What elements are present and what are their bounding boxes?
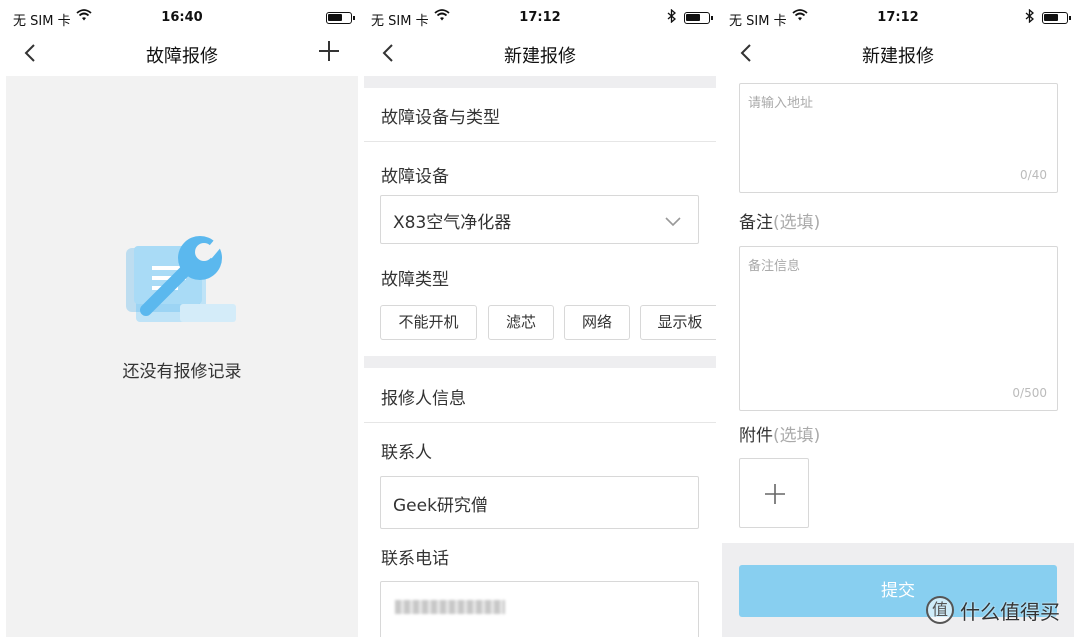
plus-icon <box>765 484 785 504</box>
chip-display-board[interactable]: 显示板 <box>640 305 716 340</box>
status-time: 17:12 <box>877 10 919 25</box>
chip-no-power[interactable]: 不能开机 <box>380 305 477 340</box>
attachment-label: 附件(选填) <box>739 421 820 446</box>
page-title: 故障报修 <box>146 46 218 67</box>
section-title-device: 故障设备与类型 <box>381 108 500 128</box>
address-textarea[interactable]: 请输入地址 0/40 <box>739 83 1058 193</box>
new-repair-form-screen: 无 SIM 卡 17:12 新建报修 故障设备与类型 故障设备 X83空气净化器… <box>364 0 716 637</box>
remark-placeholder: 备注信息 <box>748 259 801 274</box>
add-icon[interactable] <box>318 40 340 62</box>
contact-input-value: Geek研究僧 <box>393 496 488 516</box>
device-select-value: X83空气净化器 <box>393 213 512 233</box>
page-title: 新建报修 <box>504 46 576 67</box>
remark-optional-hint: (选填) <box>773 213 821 233</box>
divider <box>364 422 716 423</box>
chip-network[interactable]: 网络 <box>564 305 630 340</box>
redacted-phone-number <box>395 600 505 614</box>
attachment-label-text: 附件 <box>739 426 773 446</box>
site-watermark: 值 什么值得买 <box>926 595 1060 625</box>
remark-label: 备注(选填) <box>739 208 820 233</box>
add-attachment-button[interactable] <box>739 458 809 528</box>
page-title: 新建报修 <box>862 46 934 67</box>
empty-message: 还没有报修记录 <box>122 362 242 382</box>
nav-bar: 故障报修 <box>6 34 358 76</box>
repair-list-screen: 无 SIM 卡 16:40 故障报修 还没有报修记录 <box>6 0 358 637</box>
remark-char-counter: 0/500 <box>1012 386 1047 400</box>
section-title-reporter: 报修人信息 <box>381 389 466 409</box>
nav-bar: 新建报修 <box>722 34 1074 76</box>
contact-label: 联系人 <box>381 443 432 463</box>
watermark-logo: 值 <box>926 596 954 624</box>
device-select[interactable]: X83空气净化器 <box>380 195 699 244</box>
remark-textarea[interactable]: 备注信息 0/500 <box>739 246 1058 411</box>
battery-icon <box>326 12 355 24</box>
nav-bar: 新建报修 <box>364 34 716 76</box>
status-time: 17:12 <box>519 10 561 25</box>
status-bar: 无 SIM 卡 17:12 <box>722 0 1074 34</box>
address-placeholder: 请输入地址 <box>748 96 814 111</box>
battery-icon <box>1042 12 1071 24</box>
chevron-down-icon <box>665 217 681 227</box>
battery-icon <box>684 12 713 24</box>
status-time: 16:40 <box>161 10 203 25</box>
empty-state: 还没有报修记录 <box>6 76 358 637</box>
contact-input[interactable]: Geek研究僧 <box>380 476 699 529</box>
bluetooth-icon <box>1025 9 1034 23</box>
phone-label: 联系电话 <box>381 549 449 569</box>
remark-label-text: 备注 <box>739 213 773 233</box>
status-bar: 无 SIM 卡 16:40 <box>6 0 358 34</box>
phone-input[interactable] <box>380 581 699 637</box>
address-char-counter: 0/40 <box>1020 168 1047 182</box>
status-bar: 无 SIM 卡 17:12 <box>364 0 716 34</box>
watermark-text: 什么值得买 <box>960 599 1060 624</box>
divider <box>364 141 716 142</box>
new-repair-form-bottom-screen: 无 SIM 卡 17:12 新建报修 请输入地址 0/40 备注(选填) 备注信… <box>722 0 1074 637</box>
type-label: 故障类型 <box>381 270 449 290</box>
repair-scroll-wrench-icon <box>126 236 236 322</box>
section-divider <box>364 356 716 368</box>
device-label: 故障设备 <box>381 167 449 187</box>
chip-filter[interactable]: 滤芯 <box>488 305 554 340</box>
section-divider <box>364 76 716 88</box>
attachment-optional-hint: (选填) <box>773 426 821 446</box>
bluetooth-icon <box>667 9 676 23</box>
fault-type-chips: 不能开机 滤芯 网络 显示板 <box>380 305 716 341</box>
